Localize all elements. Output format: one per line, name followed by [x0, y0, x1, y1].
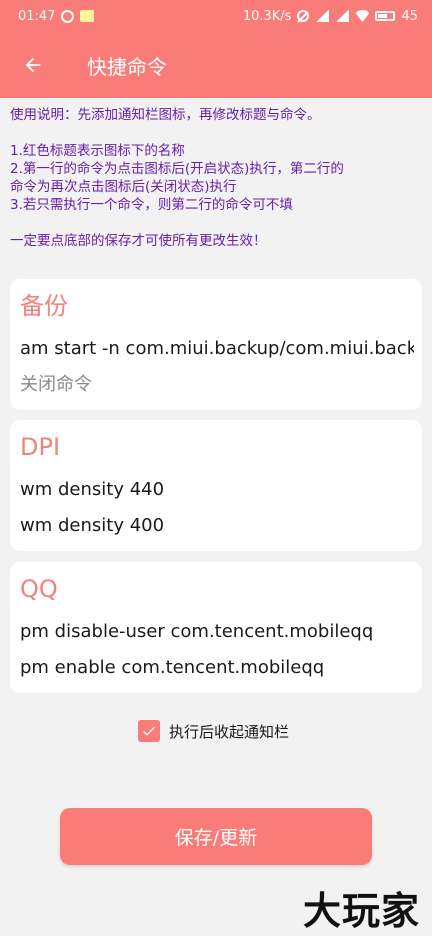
- arrow-left-icon: [25, 57, 41, 73]
- toolbar: 快捷命令: [0, 32, 432, 98]
- command-card: 备份: [10, 279, 422, 410]
- instructions: 使用说明：先添加通知栏图标，再修改标题与命令。 1.红色标题表示图标下的名称 2…: [10, 106, 426, 250]
- instruction-gap: [10, 124, 426, 142]
- command-off-input[interactable]: [20, 367, 414, 403]
- battery-icon: [375, 11, 396, 21]
- status-bar-right: 10.3K/s 45: [243, 9, 418, 24]
- mute-icon: [297, 10, 310, 22]
- command-card: QQ: [10, 562, 422, 693]
- instruction-line: 3.若只需执行一个命令，则第二行的命令可不填: [10, 197, 293, 213]
- instruction-line: 1.红色标题表示图标下的名称: [10, 143, 185, 159]
- card-title[interactable]: QQ: [20, 564, 412, 614]
- save-button[interactable]: 保存/更新: [60, 808, 372, 865]
- checkmark-icon: [143, 726, 155, 736]
- battery-level: 45: [401, 8, 418, 24]
- command-off-input[interactable]: [20, 508, 414, 544]
- app-root: 01:47 10.3K/s 45 快捷命令 使用说明：先添加通知栏图标，再修改标…: [0, 0, 432, 936]
- status-bar-left: 01:47: [18, 8, 95, 24]
- wifi-icon: [355, 10, 370, 22]
- collapse-option[interactable]: 执行后收起通知栏: [138, 720, 289, 742]
- status-bar: 01:47 10.3K/s 45: [0, 0, 432, 32]
- status-time: 01:47: [18, 8, 56, 24]
- command-off-input[interactable]: [20, 650, 414, 686]
- command-on-input[interactable]: [20, 472, 414, 508]
- network-speed: 10.3K/s: [242, 8, 292, 24]
- instruction-line: 一定要点底部的保存才可使所有更改生效！: [10, 233, 267, 249]
- instruction-line: 命令为再次点击图标后(关闭状态)执行: [10, 179, 237, 195]
- sync-icon: [61, 9, 75, 23]
- command-on-input[interactable]: [20, 331, 414, 367]
- card-title[interactable]: DPI: [20, 422, 412, 472]
- signal-icon: [315, 10, 330, 22]
- watermark-logo: 大玩家: [302, 889, 420, 933]
- command-card: DPI: [10, 420, 422, 551]
- collapse-checkbox[interactable]: [138, 720, 160, 742]
- instruction-line: 使用说明：先添加通知栏图标，再修改标题与命令。: [10, 107, 321, 123]
- card-title[interactable]: 备份: [20, 281, 412, 331]
- back-button[interactable]: [0, 32, 66, 98]
- instruction-gap: [10, 214, 426, 232]
- instruction-line: 2.第一行的命令为点击图标后(开启状态)执行，第二行的: [10, 161, 344, 177]
- collapse-label[interactable]: 执行后收起通知栏: [169, 721, 289, 742]
- signal-icon-2: [335, 10, 350, 22]
- command-on-input[interactable]: [20, 614, 414, 650]
- notification-icon: [80, 10, 95, 22]
- page-title: 快捷命令: [87, 54, 167, 79]
